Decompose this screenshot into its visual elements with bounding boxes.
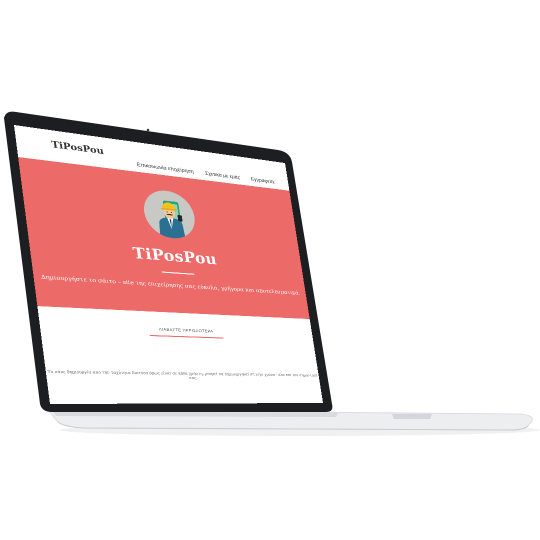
- mascot-avatar: [141, 188, 198, 241]
- hero-divider: [162, 271, 195, 274]
- laptop-trackpad-notch: [392, 414, 432, 419]
- laptop-mockup: TiPosPou Επικοινωνία επιχείρηση Σχετικά …: [0, 0, 540, 540]
- nav-item-signup[interactable]: Εγγραφείτε: [250, 176, 275, 185]
- site-logo[interactable]: TiPosPou: [51, 139, 105, 156]
- mascot-illustration: [141, 188, 198, 241]
- hero-subtitle: Δημιουργήστε το σάιτο – site της επιχείρ…: [33, 273, 306, 296]
- hero-title: TiPosPou: [28, 235, 302, 274]
- read-more-button[interactable]: ΔΙΑΒΑΣΤΕ ΠΕΡΙΣΣΟΤΕΡΑ: [148, 323, 224, 339]
- laptop-camera: [147, 129, 150, 132]
- website-screen: TiPosPou Επικοινωνία επιχείρηση Σχετικά …: [14, 125, 323, 404]
- nav-item-about[interactable]: Σχετικά με εμάς: [205, 170, 241, 180]
- footnote-text: Το πάνε δημιουργία από την ταχύτητα δικτ…: [46, 370, 320, 382]
- cta-section: ΔΙΑΒΑΣΤΕ ΠΕΡΙΣΣΟΤΕΡΑ: [39, 319, 313, 342]
